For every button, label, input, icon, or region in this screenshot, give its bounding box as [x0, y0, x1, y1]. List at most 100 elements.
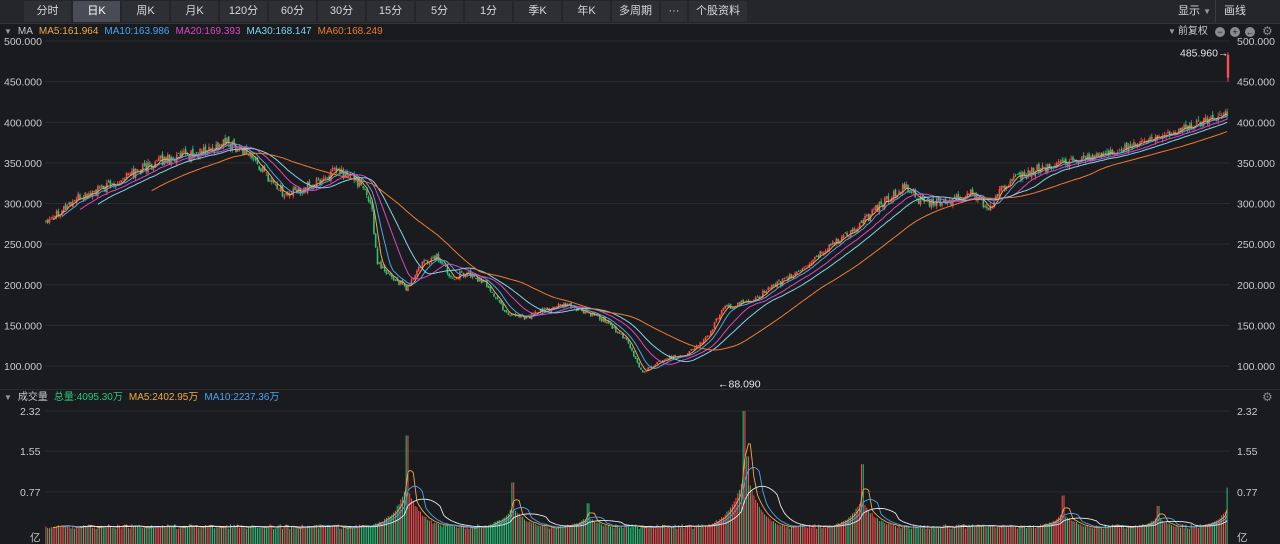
- candle-body: [620, 333, 623, 335]
- candle-body: [645, 370, 648, 373]
- candle-body: [269, 180, 271, 182]
- candle-body: [894, 189, 897, 197]
- candle-body: [711, 329, 714, 332]
- candle-body: [853, 228, 856, 232]
- candle-body: [253, 158, 255, 160]
- candle-body: [848, 236, 850, 238]
- candle-body: [640, 367, 642, 370]
- candle-body: [496, 297, 499, 300]
- candle-body: [428, 262, 431, 264]
- candle-body: [468, 271, 470, 273]
- candle-body: [1038, 163, 1040, 173]
- price-axis-tick-right: 150.000: [1237, 320, 1275, 332]
- candle-body: [862, 220, 865, 224]
- candle-body: [731, 308, 734, 310]
- price-axis-tick-right: 100.000: [1237, 361, 1275, 373]
- candle-body: [708, 335, 710, 337]
- candle-body: [1095, 154, 1098, 158]
- candle-body: [826, 249, 829, 251]
- candle-body: [152, 168, 155, 171]
- candle-body: [489, 286, 492, 292]
- candle-body: [641, 370, 644, 373]
- candle-body: [362, 186, 364, 188]
- candle-body: [582, 310, 585, 314]
- candle-body: [1014, 175, 1017, 177]
- candle-body: [294, 186, 296, 191]
- volume-axis-tick-left: 0.77: [20, 487, 41, 499]
- candle-body: [331, 168, 334, 171]
- candle-body: [928, 201, 931, 206]
- price-axis-tick-left: 300.000: [4, 199, 42, 211]
- candle-body: [713, 322, 716, 329]
- candle-body: [278, 189, 280, 191]
- candle-body: [625, 337, 628, 341]
- candle-body: [638, 362, 640, 368]
- candle-body: [389, 273, 391, 276]
- price-axis-tick-right: 250.000: [1237, 239, 1275, 251]
- candle-body: [107, 181, 110, 183]
- candle-body: [720, 310, 723, 315]
- candle-body: [722, 307, 725, 311]
- volume-axis-tick-right: 1.55: [1237, 446, 1258, 458]
- candle-body: [218, 144, 221, 148]
- volume-ma10-line: [61, 466, 1228, 529]
- candle-body: [270, 179, 273, 182]
- candle-body: [844, 232, 847, 234]
- candle-body: [441, 261, 443, 264]
- candle-body: [498, 299, 501, 302]
- candle-body: [509, 314, 511, 316]
- price-axis-tick-right: 500.000: [1237, 36, 1275, 48]
- candle-body: [1030, 167, 1033, 178]
- candle-body: [618, 332, 621, 334]
- candle-body: [382, 266, 384, 269]
- candle-body: [658, 361, 660, 363]
- candle-body: [697, 345, 700, 346]
- candle-body: [156, 160, 158, 162]
- candle-body: [179, 153, 182, 157]
- candle-body: [425, 259, 427, 261]
- candle-body: [385, 270, 388, 275]
- candle-body: [559, 304, 562, 306]
- candle-body: [421, 262, 424, 267]
- candle-body: [1129, 144, 1132, 147]
- candle-body: [631, 347, 633, 351]
- candle-body: [283, 196, 286, 198]
- candle-body: [507, 313, 510, 315]
- candle-body: [866, 214, 868, 217]
- candle-body: [1016, 174, 1019, 175]
- candle-body: [801, 268, 804, 271]
- candle-body: [73, 200, 76, 202]
- max-price-annotation: 485.960→: [1180, 47, 1228, 59]
- candle-body: [797, 270, 800, 272]
- candle-body: [387, 272, 390, 274]
- candle-body: [1197, 119, 1200, 121]
- candle-body: [568, 303, 571, 305]
- candle-body: [706, 335, 709, 338]
- price-axis-tick-left: 400.000: [4, 117, 42, 129]
- candle-body: [772, 284, 775, 286]
- candle-body: [122, 178, 124, 180]
- candle-body: [715, 318, 718, 322]
- candle-body: [871, 209, 874, 215]
- candle-body: [326, 177, 329, 179]
- candle-body: [824, 250, 827, 253]
- candle-body: [763, 291, 766, 294]
- candle-body: [690, 349, 692, 351]
- volume-unit-right: 亿: [1237, 531, 1248, 544]
- candle-body: [163, 156, 165, 166]
- candle-body: [1011, 179, 1013, 182]
- candle-body: [880, 201, 882, 204]
- candle-body: [451, 277, 454, 279]
- candle-body: [812, 260, 814, 263]
- candle-body: [129, 173, 131, 175]
- candle-body: [1211, 114, 1214, 119]
- candle-body: [1195, 120, 1198, 124]
- candle-body: [276, 183, 278, 189]
- candle-body: [846, 232, 848, 236]
- candle-body: [491, 292, 494, 293]
- candle-body: [1142, 140, 1144, 142]
- candle-body: [1158, 135, 1160, 137]
- candle-body: [98, 187, 101, 189]
- candle-body: [1104, 153, 1107, 154]
- min-price-annotation: ←88.090: [718, 379, 761, 391]
